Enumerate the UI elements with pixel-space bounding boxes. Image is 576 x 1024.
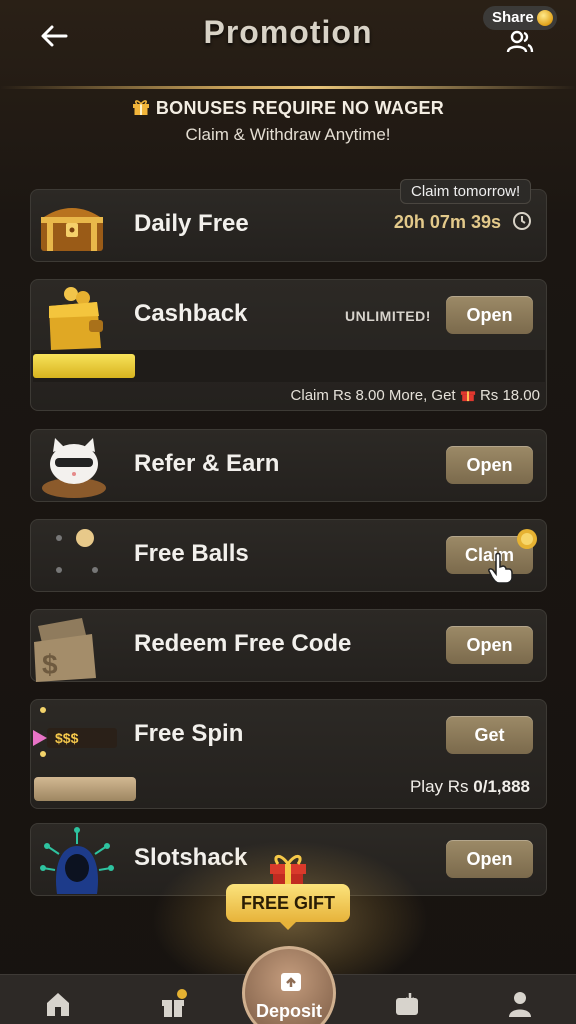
cashback-claim-reward: Rs 18.00 <box>479 387 540 404</box>
coin-icon <box>517 529 537 549</box>
spin-progress-text: Play Rs 0/1,888 <box>410 777 530 797</box>
clock-icon <box>513 212 531 230</box>
balls-icon <box>56 529 98 573</box>
treasure-chest-icon <box>41 208 103 251</box>
redeem-code-label: Redeem Free Code <box>134 630 352 657</box>
claim-tomorrow-tag: Claim tomorrow! <box>400 179 532 204</box>
pointer-hand-icon <box>488 552 513 584</box>
free-balls-label: Free Balls <box>134 540 249 567</box>
daily-free-label: Daily Free <box>134 210 249 237</box>
cashback-label: Cashback <box>134 300 248 327</box>
free-spin-get-button[interactable]: Get <box>446 716 533 754</box>
cashback-open-button[interactable]: Open <box>446 296 533 334</box>
free-spin-card: $$$ Free Spin Get Play Rs 0/1,888 <box>30 699 547 809</box>
ticket-icon: $ <box>34 618 96 682</box>
users-icon[interactable] <box>506 30 534 54</box>
coin-icon <box>537 10 553 26</box>
refer-earn-card: Refer & Earn Open <box>30 429 547 502</box>
profile-icon[interactable] <box>505 989 535 1019</box>
header-divider <box>0 86 576 89</box>
svg-text:$: $ <box>42 649 58 680</box>
redeem-code-card: $ Redeem Free Code Open <box>30 609 547 682</box>
free-spin-label: Free Spin <box>134 720 244 747</box>
gift-icon <box>132 100 149 115</box>
timer-text: 20h 07m 39s <box>393 212 501 232</box>
deposit-icon <box>281 973 301 991</box>
redeem-open-button[interactable]: Open <box>446 626 533 664</box>
slot-pointer-icon: $$$ <box>33 707 117 757</box>
free-gift-button[interactable]: FREE GIFT <box>226 884 350 930</box>
wallet-icon <box>49 287 103 350</box>
bonus-notice: BONUSES REQUIRE NO WAGER Claim & Withdra… <box>0 98 576 145</box>
countdown-timer: 20h 07m 39s <box>394 211 532 233</box>
spin-play-prefix: Play Rs <box>409 777 469 796</box>
cashback-progress-fill <box>33 354 135 378</box>
promotion-page: Promotion Share BONUSES REQUIRE NO WAGER… <box>0 0 576 1024</box>
cashback-card: Cashback UNLIMITED! Open Claim Rs 8.00 M… <box>30 279 547 411</box>
gift-icon <box>460 391 475 402</box>
cat-mascot-icon <box>42 438 106 498</box>
cashback-claim-text: Claim Rs 8.00 More, Get Rs 18.00 <box>291 386 540 404</box>
unlimited-badge: UNLIMITED! <box>345 308 431 324</box>
home-icon[interactable] <box>43 989 73 1019</box>
wallet-nav-icon[interactable] <box>392 989 422 1019</box>
cashback-claim-prefix: Claim Rs 8.00 More, Get <box>290 387 456 404</box>
header: Promotion Share <box>0 0 576 88</box>
gift-nav-icon[interactable] <box>158 989 188 1019</box>
notice-subtitle: Claim & Withdraw Anytime! <box>185 125 391 144</box>
share-button[interactable]: Share <box>483 6 557 30</box>
slotshack-open-button[interactable]: Open <box>446 840 533 878</box>
share-label: Share <box>492 9 534 26</box>
spin-progress-bar <box>34 777 136 801</box>
spin-play-progress: 0/1,888 <box>473 777 530 796</box>
refer-open-button[interactable]: Open <box>446 446 533 484</box>
hacker-icon <box>40 827 114 894</box>
spin-icon-text: $$$ <box>55 730 79 746</box>
refer-earn-label: Refer & Earn <box>134 450 280 477</box>
free-balls-card: Free Balls Claim <box>30 519 547 592</box>
deposit-label: Deposit <box>255 1001 322 1021</box>
notice-title: BONUSES REQUIRE NO WAGER <box>155 98 445 118</box>
